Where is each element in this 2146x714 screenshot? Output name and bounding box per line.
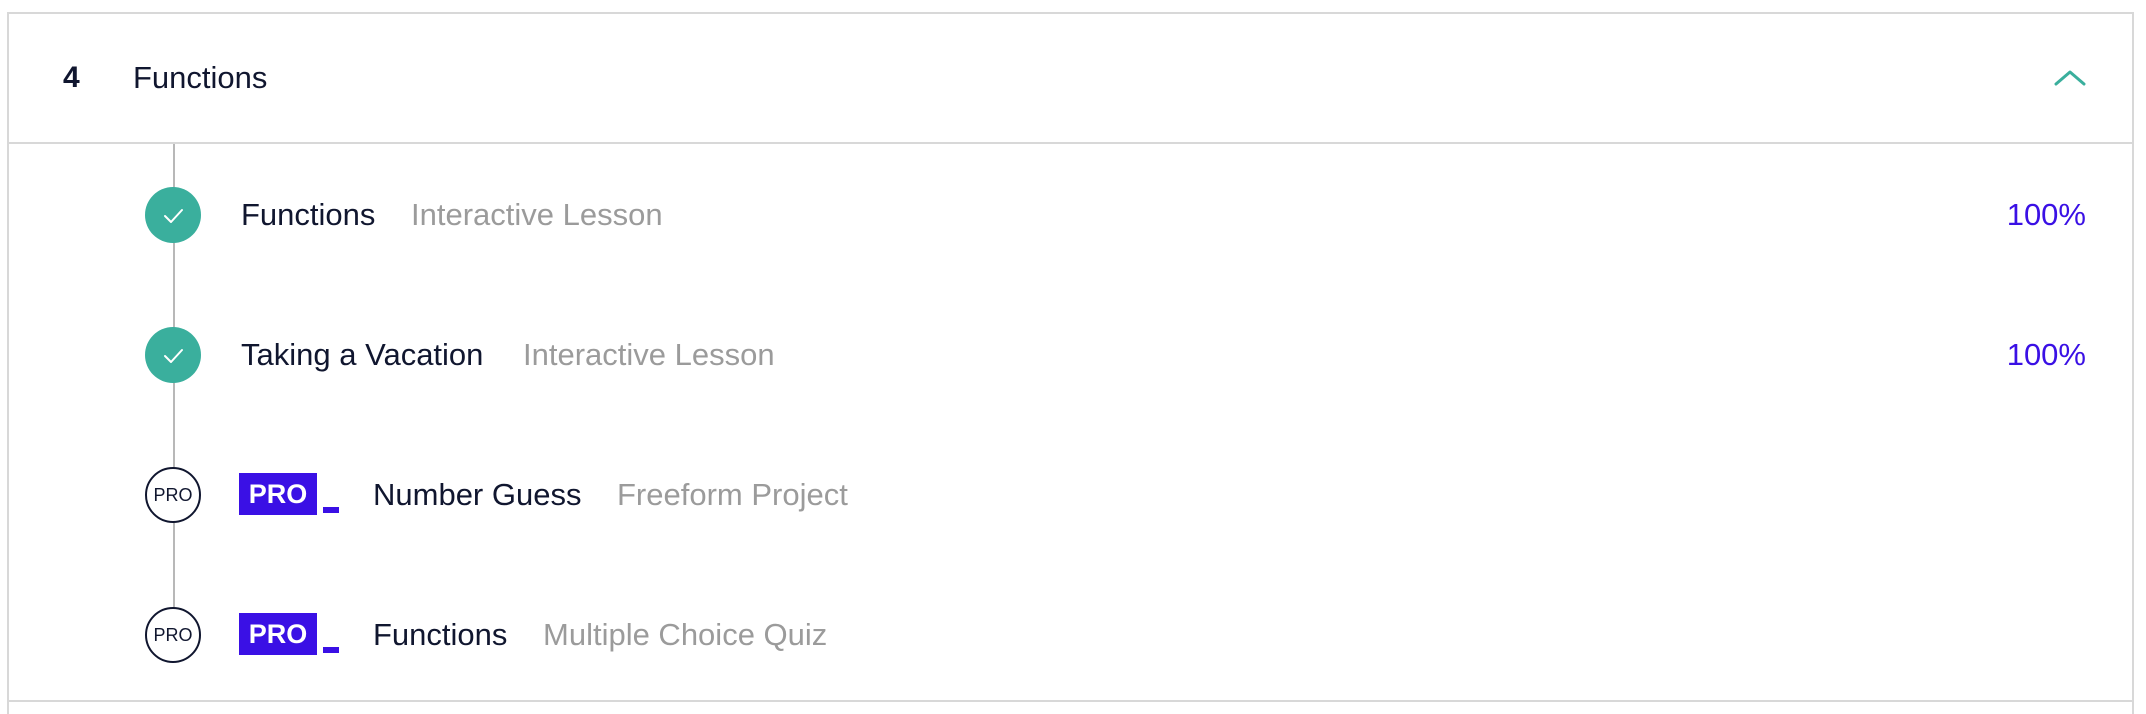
lesson-title: Functions: [373, 617, 508, 652]
lesson-progress: 100%: [2006, 337, 2086, 372]
page: 4 Functions Functions Interactive Lesson…: [0, 0, 2146, 714]
lesson-type: Interactive Lesson: [411, 197, 663, 232]
lesson-row-taking-a-vacation[interactable]: Taking a Vacation Interactive Lesson 100…: [9, 305, 2132, 405]
pro-badge-cursor: [323, 507, 339, 513]
lesson-row-functions-quiz[interactable]: PRO PRO Functions Multiple Choice Quiz: [9, 585, 2132, 685]
lesson-title: Number Guess: [373, 477, 582, 512]
complete-status-circle: [145, 327, 201, 383]
module-card: 4 Functions Functions Interactive Lesson…: [7, 12, 2134, 714]
pro-badge: PRO: [239, 473, 339, 515]
lesson-row-number-guess[interactable]: PRO PRO Number Guess Freeform Project: [9, 445, 2132, 545]
chevron-up-icon[interactable]: [2050, 64, 2090, 92]
bottom-divider: [7, 700, 2134, 702]
pro-badge-cursor: [323, 647, 339, 653]
pro-status-circle: PRO: [145, 467, 201, 523]
lesson-type: Multiple Choice Quiz: [543, 617, 828, 652]
module-title: Functions: [133, 60, 268, 95]
lesson-type: Interactive Lesson: [523, 337, 775, 372]
pro-status-circle: PRO: [145, 607, 201, 663]
pro-badge-label: PRO: [239, 473, 317, 515]
module-number: 4: [63, 61, 80, 94]
module-header[interactable]: 4 Functions: [9, 14, 2132, 144]
lesson-title: Functions: [241, 197, 376, 232]
complete-status-circle: [145, 187, 201, 243]
lesson-row-functions[interactable]: Functions Interactive Lesson 100%: [9, 165, 2132, 265]
lesson-title: Taking a Vacation: [241, 337, 484, 372]
check-icon: [164, 209, 183, 223]
pro-badge-label: PRO: [239, 613, 317, 655]
lesson-type: Freeform Project: [617, 477, 848, 512]
lesson-progress: 100%: [2006, 197, 2086, 232]
pro-badge: PRO: [239, 613, 339, 655]
check-icon: [164, 349, 183, 363]
